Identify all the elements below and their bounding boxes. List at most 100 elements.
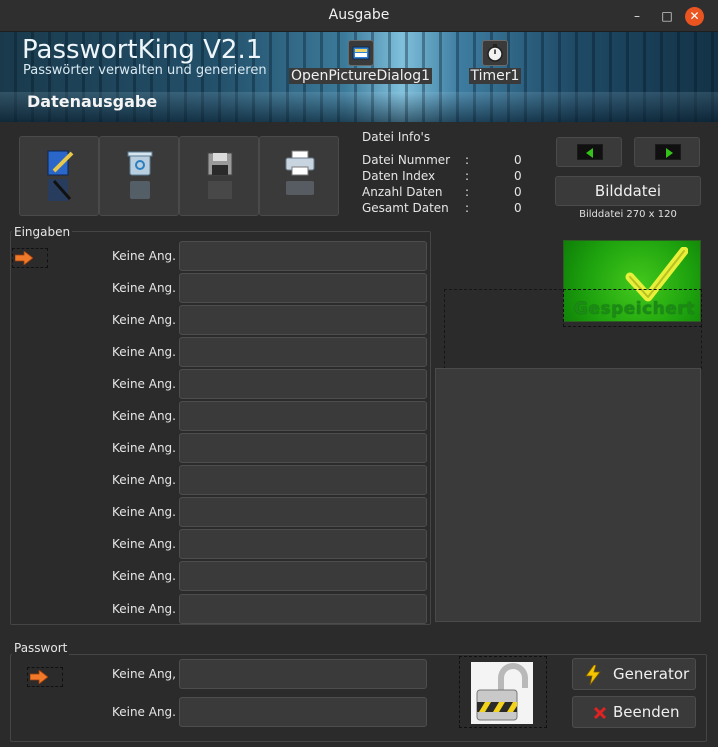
eingabe-label: Keine Ang. bbox=[111, 281, 176, 295]
open-picture-dialog-label: OpenPictureDialog1 bbox=[288, 68, 433, 84]
info-row-daten-index: Daten Index : 0 bbox=[362, 169, 522, 183]
eingabe-row: Keine Ang. bbox=[12, 369, 430, 399]
timer-component[interactable]: Timer1 bbox=[468, 40, 522, 84]
eingabe-label: Keine Ang. bbox=[111, 537, 176, 551]
eingabe-input[interactable] bbox=[179, 401, 427, 431]
eingabe-input[interactable] bbox=[179, 594, 427, 624]
bilddatei-button[interactable]: Bilddatei bbox=[555, 176, 701, 206]
eingabe-row: Keine Ang. bbox=[12, 529, 430, 559]
padlock-open-icon[interactable] bbox=[471, 662, 533, 724]
eingabe-label: Keine Ang. bbox=[111, 505, 176, 519]
eingabe-input[interactable] bbox=[179, 433, 427, 463]
info-label: Gesamt Daten bbox=[362, 201, 449, 215]
next-button[interactable] bbox=[634, 137, 700, 167]
eingabe-input[interactable] bbox=[179, 465, 427, 495]
printer-icon bbox=[285, 150, 315, 195]
eingabe-input[interactable] bbox=[179, 273, 427, 303]
eingabe-label: Keine Ang. bbox=[111, 377, 176, 391]
eingabe-label: Keine Ang. bbox=[111, 602, 176, 616]
eingabe-label: Keine Ang. bbox=[111, 473, 176, 487]
info-colon: : bbox=[465, 153, 470, 167]
lightning-icon bbox=[585, 665, 601, 685]
section-title: Datenausgabe bbox=[27, 92, 158, 111]
eingabe-input[interactable] bbox=[179, 305, 427, 335]
maximize-button[interactable]: □ bbox=[658, 7, 676, 25]
edit-icon bbox=[47, 150, 74, 201]
eingabe-row: Keine Ang. bbox=[12, 273, 430, 303]
passwort-row: Keine Ang. bbox=[12, 697, 430, 727]
file-info-title: Datei Info's bbox=[362, 130, 431, 144]
info-label: Datei Nummer bbox=[362, 153, 451, 167]
info-row-gesamt-daten: Gesamt Daten : 0 bbox=[362, 201, 522, 215]
info-value: 0 bbox=[514, 153, 522, 167]
info-label: Anzahl Daten bbox=[362, 185, 443, 199]
info-colon: : bbox=[465, 185, 470, 199]
eingabe-row: Keine Ang. bbox=[12, 561, 430, 591]
eingabe-label: Keine Ang. bbox=[111, 569, 176, 583]
eingabe-label: Keine Ang. bbox=[111, 249, 176, 263]
stopwatch-icon bbox=[482, 40, 508, 66]
edit-button[interactable] bbox=[19, 136, 99, 216]
delete-button[interactable] bbox=[99, 136, 179, 216]
memo-area[interactable] bbox=[435, 368, 701, 622]
eingabe-label: Keine Ang. bbox=[111, 441, 176, 455]
info-label: Daten Index bbox=[362, 169, 436, 183]
open-picture-dialog-component[interactable]: OpenPictureDialog1 bbox=[288, 40, 433, 84]
info-colon: : bbox=[465, 201, 470, 215]
bilddatei-size-label: Bilddatei 270 x 120 bbox=[579, 209, 677, 220]
minimize-button[interactable]: – bbox=[628, 7, 646, 25]
eingabe-row: Keine Ang. bbox=[12, 305, 430, 335]
info-row-anzahl-daten: Anzahl Daten : 0 bbox=[362, 185, 522, 199]
floppy-disk-icon bbox=[207, 152, 233, 199]
close-x-icon bbox=[593, 706, 607, 720]
arrow-right-icon bbox=[655, 144, 681, 160]
eingabe-row: Keine Ang. bbox=[12, 241, 430, 271]
generator-label: Generator bbox=[613, 665, 690, 683]
save-button[interactable] bbox=[179, 136, 259, 216]
eingabe-input[interactable] bbox=[179, 561, 427, 591]
folder-dialog-icon bbox=[347, 40, 374, 66]
info-colon: : bbox=[465, 169, 470, 183]
info-row-datei-nummer: Datei Nummer : 0 bbox=[362, 153, 522, 167]
eingabe-row: Keine Ang. bbox=[12, 337, 430, 367]
generator-button[interactable]: Generator bbox=[572, 658, 696, 690]
eingabe-input[interactable] bbox=[179, 337, 427, 367]
passwort-row: Keine Ang, bbox=[12, 659, 430, 689]
beenden-label: Beenden bbox=[613, 703, 680, 721]
timer-label: Timer1 bbox=[468, 68, 522, 84]
passwort-input[interactable] bbox=[179, 697, 427, 727]
eingabe-input[interactable] bbox=[179, 241, 427, 271]
eingabe-input[interactable] bbox=[179, 497, 427, 527]
eingabe-row: Keine Ang. bbox=[12, 433, 430, 463]
app-title: PasswortKing V2.1 bbox=[22, 35, 263, 65]
eingabe-label: Keine Ang. bbox=[111, 345, 176, 359]
saved-selection-frame bbox=[563, 289, 702, 327]
header-banner: PasswortKing V2.1 Passwörter verwalten u… bbox=[0, 32, 718, 122]
info-value: 0 bbox=[514, 185, 522, 199]
beenden-button[interactable]: Beenden bbox=[572, 696, 696, 728]
eingabe-row: Keine Ang. bbox=[12, 497, 430, 527]
close-window-button[interactable]: ✕ bbox=[685, 7, 704, 26]
passwort-input[interactable] bbox=[179, 659, 427, 689]
eingaben-group-title: Eingaben bbox=[12, 225, 73, 239]
eingabe-label: Keine Ang. bbox=[111, 409, 176, 423]
window-titlebar: Ausgabe – □ ✕ bbox=[0, 0, 718, 32]
toolbar bbox=[19, 136, 341, 216]
print-button[interactable] bbox=[259, 136, 339, 216]
app-subtitle: Passwörter verwalten und generieren bbox=[23, 63, 267, 78]
info-value: 0 bbox=[514, 201, 522, 215]
eingabe-input[interactable] bbox=[179, 529, 427, 559]
window-title: Ausgabe bbox=[328, 7, 390, 23]
recycle-bin-icon bbox=[127, 151, 153, 199]
eingabe-row: Keine Ang. bbox=[12, 465, 430, 495]
eingabe-input[interactable] bbox=[179, 369, 427, 399]
info-value: 0 bbox=[514, 169, 522, 183]
passwort-label: Keine Ang, bbox=[111, 667, 176, 681]
previous-button[interactable] bbox=[556, 137, 622, 167]
passwort-group-title: Passwort bbox=[12, 641, 70, 655]
eingabe-label: Keine Ang. bbox=[111, 313, 176, 327]
eingabe-row: Keine Ang. bbox=[12, 401, 430, 431]
arrow-left-icon bbox=[577, 144, 603, 160]
passwort-label: Keine Ang. bbox=[111, 705, 176, 719]
eingabe-row: Keine Ang. bbox=[12, 594, 430, 624]
